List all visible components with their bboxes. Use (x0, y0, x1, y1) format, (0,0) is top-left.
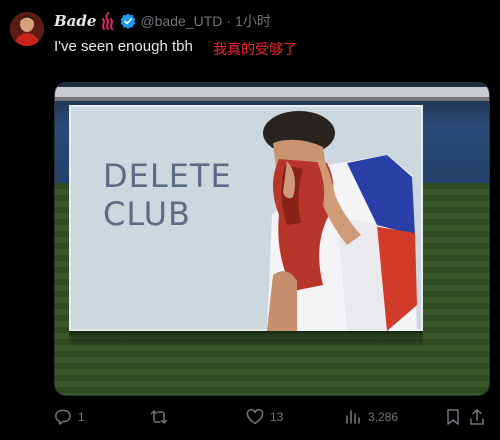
separator-dot: · (226, 13, 232, 29)
bookmark-button[interactable] (444, 405, 462, 429)
like-count: 13 (270, 410, 284, 424)
tweet[interactable]: Bade @bade_UTD · 1小时 I've seen enough tb… (0, 0, 500, 440)
sign-line-delete: DELETE (103, 157, 232, 195)
views-button[interactable]: 3,286 (344, 405, 398, 429)
like-button[interactable]: 13 (246, 405, 283, 429)
share-button[interactable] (468, 405, 486, 429)
panel-shadow (69, 331, 423, 347)
goal-crossbar (55, 97, 489, 101)
bookmark-icon (447, 409, 459, 425)
handle[interactable]: @bade_UTD (140, 13, 222, 29)
like-icon (246, 408, 264, 425)
fire-icon (100, 12, 116, 30)
repost-icon (150, 410, 168, 424)
sign-text: DELETE CLUB (103, 157, 232, 233)
views-icon (346, 410, 360, 424)
share-icon (470, 409, 484, 425)
reply-icon (55, 409, 71, 425)
verified-icon (120, 13, 136, 29)
avatar[interactable] (10, 12, 44, 46)
translation-annotation: 我真的受够了 (213, 41, 297, 57)
views-count: 3,286 (368, 410, 399, 424)
sign-line-club: CLUB (103, 195, 191, 233)
tweet-media[interactable]: DELETE CLUB (54, 82, 490, 396)
timestamp[interactable]: 1小时 (235, 11, 271, 31)
display-name[interactable]: Bade (54, 12, 96, 30)
tweet-actions: 1 13 3,286 (54, 405, 490, 429)
reply-button[interactable]: 1 (54, 405, 85, 429)
player-figure (263, 111, 417, 331)
repost-button[interactable] (150, 405, 174, 429)
reply-count: 1 (78, 410, 85, 424)
tweet-text: I've seen enough tbh (54, 38, 193, 55)
tweet-header: Bade @bade_UTD · 1小时 (54, 11, 271, 31)
